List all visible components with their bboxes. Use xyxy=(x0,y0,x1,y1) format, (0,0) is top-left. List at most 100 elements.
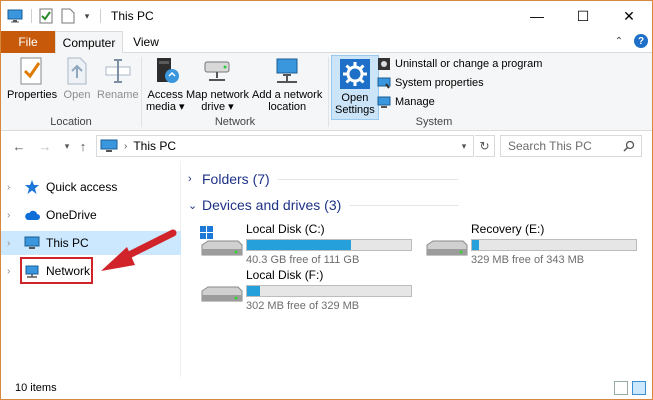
nav-item-label: Quick access xyxy=(46,180,118,194)
open-icon xyxy=(61,55,93,87)
new-folder-quick-icon[interactable] xyxy=(60,8,76,24)
devices-section-header[interactable]: ⌄ Devices and drives (3) xyxy=(188,197,460,213)
customize-qa-dropdown-icon[interactable]: ▾ xyxy=(82,8,92,24)
add-network-label-2: location xyxy=(268,101,307,113)
forward-arrow-icon[interactable]: → xyxy=(37,138,53,154)
gear-icon xyxy=(339,58,371,90)
system-properties-icon xyxy=(377,76,391,90)
location-group: Properties Open Rename Location xyxy=(1,53,141,131)
system-group-label: System xyxy=(415,116,453,128)
status-bar: 10 items xyxy=(1,377,652,399)
open-settings-button[interactable]: Open Settings xyxy=(331,55,379,120)
system-properties-button[interactable]: System properties xyxy=(377,74,484,92)
tab-file[interactable]: File xyxy=(1,31,55,53)
search-input[interactable]: Search This PC xyxy=(500,135,642,157)
address-bar[interactable]: › This PC ▾ xyxy=(96,135,474,157)
open-button[interactable]: Open xyxy=(61,55,93,101)
maximize-button[interactable]: ☐ xyxy=(560,1,606,31)
map-network-label-2: drive ▾ xyxy=(201,101,234,113)
map-network-drive-button[interactable]: Map network drive ▾ xyxy=(186,55,249,113)
breadcrumb-chevron-icon[interactable]: › xyxy=(124,141,127,152)
add-network-label-1: Add a network xyxy=(252,89,323,101)
properties-icon xyxy=(16,55,48,87)
address-row: ← → ▾ ↑ › This PC ▾ ↻ Search This PC xyxy=(1,131,652,161)
this-pc-app-icon xyxy=(7,8,23,24)
drive-item[interactable]: Local Disk (C:) 40.3 GB free of 111 GB xyxy=(200,222,412,266)
drive-item[interactable]: Local Disk (F:) 302 MB free of 329 MB xyxy=(200,268,412,312)
address-dropdown-icon[interactable]: ▾ xyxy=(457,139,471,153)
close-button[interactable]: ✕ xyxy=(606,1,652,31)
details-view-icon[interactable] xyxy=(614,381,628,395)
properties-label: Properties xyxy=(7,89,58,101)
title-bar: ▾ This PC — ☐ ✕ xyxy=(1,1,652,31)
open-settings-label-1: Open xyxy=(341,92,369,104)
network-group-label: Network xyxy=(214,116,256,128)
network-location-icon xyxy=(271,55,303,87)
manage-button[interactable]: Manage xyxy=(377,93,435,111)
open-label: Open xyxy=(63,89,91,101)
back-arrow-icon[interactable]: ← xyxy=(11,138,27,154)
computer-icon xyxy=(24,235,40,251)
drive-item[interactable]: Recovery (E:) 329 MB free of 343 MB xyxy=(425,222,637,266)
folders-section-header[interactable]: › Folders (7) xyxy=(188,171,458,187)
rename-label: Rename xyxy=(97,89,139,101)
help-icon[interactable]: ? xyxy=(634,34,648,48)
item-count: 10 items xyxy=(15,382,57,394)
computer-icon xyxy=(100,139,118,153)
file-explorer-window: ▾ This PC — ☐ ✕ File Computer View ⌃ ? P… xyxy=(0,0,653,400)
drive-icon xyxy=(200,269,244,309)
uninstall-program-button[interactable]: Uninstall or change a program xyxy=(377,55,542,73)
expand-chevron-icon[interactable]: › xyxy=(188,173,202,185)
nav-item-quick-access[interactable]: › Quick access xyxy=(1,175,181,199)
drive-free-space: 40.3 GB free of 111 GB xyxy=(246,254,360,266)
section-divider xyxy=(277,178,458,180)
expand-chevron-icon[interactable]: › xyxy=(7,210,17,221)
refresh-icon[interactable]: ↻ xyxy=(475,135,495,157)
expand-chevron-icon[interactable]: › xyxy=(7,238,17,249)
collapse-chevron-icon[interactable]: ⌄ xyxy=(188,199,202,212)
nav-item-onedrive[interactable]: › OneDrive xyxy=(1,203,181,227)
nav-item-label: This PC xyxy=(46,236,89,250)
drive-free-space: 302 MB free of 329 MB xyxy=(246,300,360,312)
cloud-icon xyxy=(24,207,40,223)
system-drive-icon xyxy=(200,223,244,263)
ribbon-tabs: File Computer View ⌃ ? xyxy=(1,31,652,54)
chevron-up-icon[interactable]: ⌃ xyxy=(612,34,626,48)
tab-view[interactable]: View xyxy=(123,31,169,53)
manage-label: Manage xyxy=(395,96,435,108)
properties-button[interactable]: Properties xyxy=(7,55,57,101)
rename-button[interactable]: Rename xyxy=(97,55,139,101)
location-group-label: Location xyxy=(50,116,92,128)
quick-access-toolbar: ▾ xyxy=(7,1,107,31)
program-icon xyxy=(377,57,391,71)
search-icon xyxy=(623,140,635,152)
tab-computer[interactable]: Computer xyxy=(55,31,123,54)
recent-locations-chevron-icon[interactable]: ▾ xyxy=(59,138,75,154)
network-drive-icon xyxy=(201,55,233,87)
content-pane: › Folders (7) ⌄ Devices and drives (3) L… xyxy=(182,161,652,377)
star-icon xyxy=(24,179,40,195)
access-media-button[interactable]: Access media ▾ xyxy=(146,55,185,113)
drive-usage-fill xyxy=(247,286,261,296)
qa-separator-2 xyxy=(100,9,101,23)
properties-quick-icon[interactable] xyxy=(38,8,54,24)
folders-header-label: Folders (7) xyxy=(202,171,270,187)
drive-name: Local Disk (F:) xyxy=(246,268,324,282)
breadcrumb-this-pc[interactable]: This PC xyxy=(133,139,176,153)
access-media-label-1: Access xyxy=(147,89,183,101)
system-properties-label: System properties xyxy=(395,77,484,89)
minimize-button[interactable]: — xyxy=(514,1,560,31)
rename-icon xyxy=(102,55,134,87)
expand-chevron-icon[interactable]: › xyxy=(7,266,17,277)
nav-item-this-pc[interactable]: › This PC xyxy=(1,231,181,255)
add-network-location-button[interactable]: Add a network location xyxy=(252,55,322,113)
drive-name: Local Disk (C:) xyxy=(246,222,325,236)
expand-chevron-icon[interactable]: › xyxy=(7,182,17,193)
drive-name: Recovery (E:) xyxy=(471,222,545,236)
tiles-view-icon[interactable] xyxy=(632,381,646,395)
qa-separator xyxy=(31,9,32,23)
ribbon: Properties Open Rename Location Access m… xyxy=(1,53,652,131)
open-settings-label-2: Settings xyxy=(335,104,375,116)
window-title: This PC xyxy=(111,9,154,23)
up-arrow-icon[interactable]: ↑ xyxy=(75,138,91,154)
